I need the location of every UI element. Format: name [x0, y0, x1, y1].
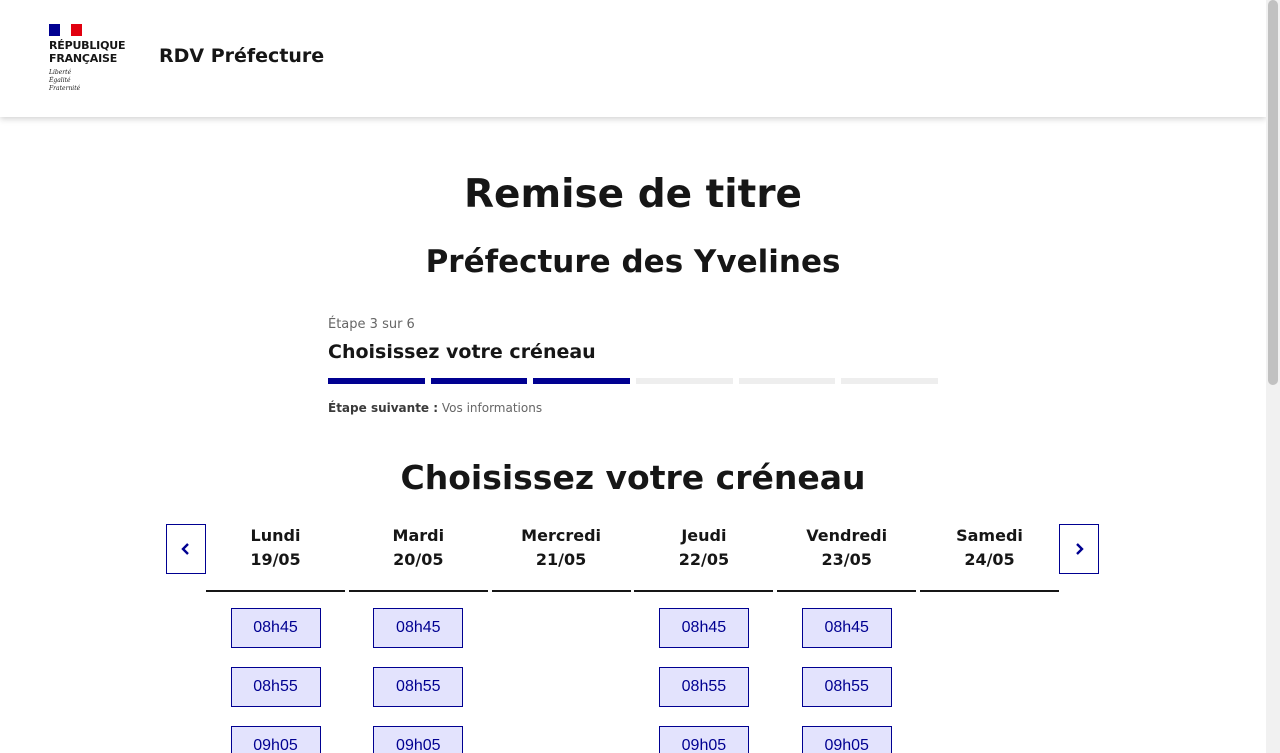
- day-column: Mardi 20/05 08h45 08h55 09h05: [348, 524, 488, 753]
- day-date: 21/05: [535, 550, 587, 569]
- time-slot-button[interactable]: 08h55: [801, 667, 892, 707]
- logo-text: RÉPUBLIQUE FRANÇAISE: [49, 39, 129, 65]
- time-slot-button[interactable]: 09h05: [373, 726, 464, 753]
- day-column: Lundi 19/05 08h45 08h55 09h05: [206, 524, 345, 753]
- devise-fraternite: Fraternité: [49, 85, 81, 92]
- next-week-button[interactable]: [1059, 524, 1099, 574]
- stepper-next-step: Étape suivante : Vos informations: [328, 401, 938, 415]
- chevron-right-icon: [1076, 543, 1084, 555]
- time-slot-button[interactable]: 08h45: [658, 608, 749, 648]
- time-slot-button[interactable]: 08h55: [230, 667, 321, 707]
- stepper-segment: [738, 378, 836, 384]
- french-flag-icon: [49, 24, 82, 36]
- day-date: 19/05: [250, 550, 301, 569]
- day-header: Jeudi 22/05: [634, 524, 774, 592]
- time-slot-button[interactable]: 08h55: [373, 667, 464, 707]
- day-column: Vendredi 23/05 08h45 08h55 09h05: [777, 524, 917, 753]
- day-name: Samedi: [956, 526, 1023, 545]
- stepper-segment: [636, 378, 733, 384]
- time-slot-button[interactable]: 09h05: [230, 726, 321, 753]
- day-column: Samedi 24/05: [920, 524, 1059, 592]
- day-column: Mercredi 21/05: [491, 524, 631, 592]
- time-slot-button[interactable]: 08h55: [658, 667, 749, 707]
- logo-line-1: RÉPUBLIQUE: [49, 39, 126, 52]
- devise: Liberté Égalité Fraternité: [49, 69, 129, 93]
- day-header: Mercredi 21/05: [491, 524, 631, 592]
- stepper-segment: [841, 378, 939, 384]
- day-date: 23/05: [821, 550, 872, 569]
- stepper-progress-bar: [328, 378, 939, 384]
- logo-line-2: FRANÇAISE: [49, 52, 118, 65]
- site-header: RÉPUBLIQUE FRANÇAISE Liberté Égalité Fra…: [0, 0, 1266, 117]
- republique-francaise-logo[interactable]: RÉPUBLIQUE FRANÇAISE Liberté Égalité Fra…: [49, 24, 129, 93]
- devise-liberte: Liberté: [49, 69, 72, 76]
- chevron-left-icon: [181, 543, 189, 555]
- day-date: 22/05: [678, 550, 730, 569]
- page-subtitle: Préfecture des Yvelines: [425, 244, 841, 280]
- previous-week-button[interactable]: [166, 524, 206, 574]
- day-name: Vendredi: [806, 526, 888, 545]
- stepper-next-label: Étape suivante :: [328, 401, 439, 415]
- day-date: 24/05: [964, 550, 1015, 569]
- devise-egalite: Égalité: [49, 77, 71, 84]
- day-column: Jeudi 22/05 08h45 08h55 09h05: [634, 524, 774, 753]
- day-header: Vendredi 23/05: [777, 524, 917, 592]
- day-date: 20/05: [393, 550, 444, 569]
- day-name: Mardi: [392, 526, 445, 545]
- day-name: Jeudi: [681, 526, 727, 545]
- time-slot-button[interactable]: 08h45: [373, 608, 464, 648]
- calendar-title: Choisissez votre créneau: [400, 458, 866, 497]
- stepper-state: Étape 3 sur 6: [328, 317, 415, 332]
- page-title: Remise de titre: [463, 172, 802, 217]
- stepper: Étape 3 sur 6 Choisissez votre créneau É…: [328, 317, 939, 415]
- stepper-segment: [328, 378, 425, 384]
- stepper-segment: [430, 378, 528, 384]
- day-name: Mercredi: [521, 526, 601, 545]
- stepper-title: Choisissez votre créneau: [328, 341, 596, 363]
- stepper-next-value: Vos informations: [441, 401, 543, 415]
- day-name: Lundi: [250, 526, 301, 545]
- service-title[interactable]: RDV Préfecture: [159, 45, 324, 67]
- day-header: Mardi 20/05: [348, 524, 488, 592]
- day-header: Samedi 24/05: [920, 524, 1059, 592]
- time-slot-button[interactable]: 09h05: [801, 726, 892, 753]
- scrollbar-thumb[interactable]: [1268, 0, 1278, 385]
- time-slot-button[interactable]: 09h05: [658, 726, 749, 753]
- time-slot-button[interactable]: 08h45: [230, 608, 321, 648]
- stepper-segment: [533, 378, 631, 384]
- day-header: Lundi 19/05: [206, 524, 345, 592]
- time-slot-button[interactable]: 08h45: [801, 608, 892, 648]
